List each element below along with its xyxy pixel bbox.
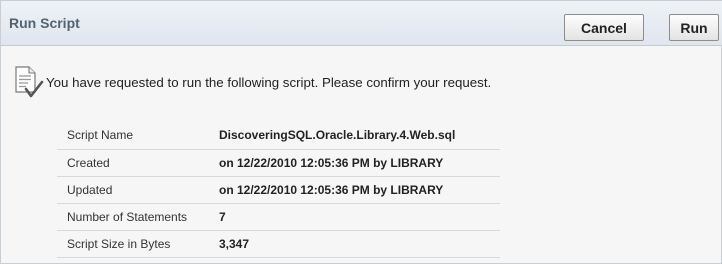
document-check-icon [15,66,44,98]
detail-value-updated: on 12/22/2010 12:05:36 PM by LIBRARY [219,176,500,204]
detail-value-script-name: DiscoveringSQL.Oracle.Library.4.Web.sql [219,122,500,150]
confirmation-message: You have requested to run the following … [13,65,491,99]
table-row: Created on 12/22/2010 12:05:36 PM by LIB… [57,149,500,177]
detail-label-script-name: Script Name [57,122,219,150]
detail-label-created: Created [57,149,219,177]
run-script-region: Run Script Cancel Run You have requested… [0,0,722,264]
detail-label-script-size: Script Size in Bytes [57,230,219,258]
table-row: Script Size in Bytes 3,347 [57,230,500,258]
detail-label-updated: Updated [57,176,219,204]
detail-value-script-size: 3,347 [219,230,500,258]
table-row: Number of Statements 7 [57,203,500,231]
table-row: Updated on 12/22/2010 12:05:36 PM by LIB… [57,176,500,204]
cancel-button[interactable]: Cancel [564,14,644,41]
detail-value-created: on 12/22/2010 12:05:36 PM by LIBRARY [219,149,500,177]
table-row: Script Name DiscoveringSQL.Oracle.Librar… [57,122,500,150]
region-header: Run Script Cancel Run [1,1,722,46]
run-button[interactable]: Run [669,14,719,41]
detail-value-number-of-statements: 7 [219,203,500,231]
script-details-table: Script Name DiscoveringSQL.Oracle.Librar… [57,122,500,258]
confirmation-text: You have requested to run the following … [46,74,492,90]
region-title: Run Script [9,15,80,31]
detail-label-number-of-statements: Number of Statements [57,203,219,231]
